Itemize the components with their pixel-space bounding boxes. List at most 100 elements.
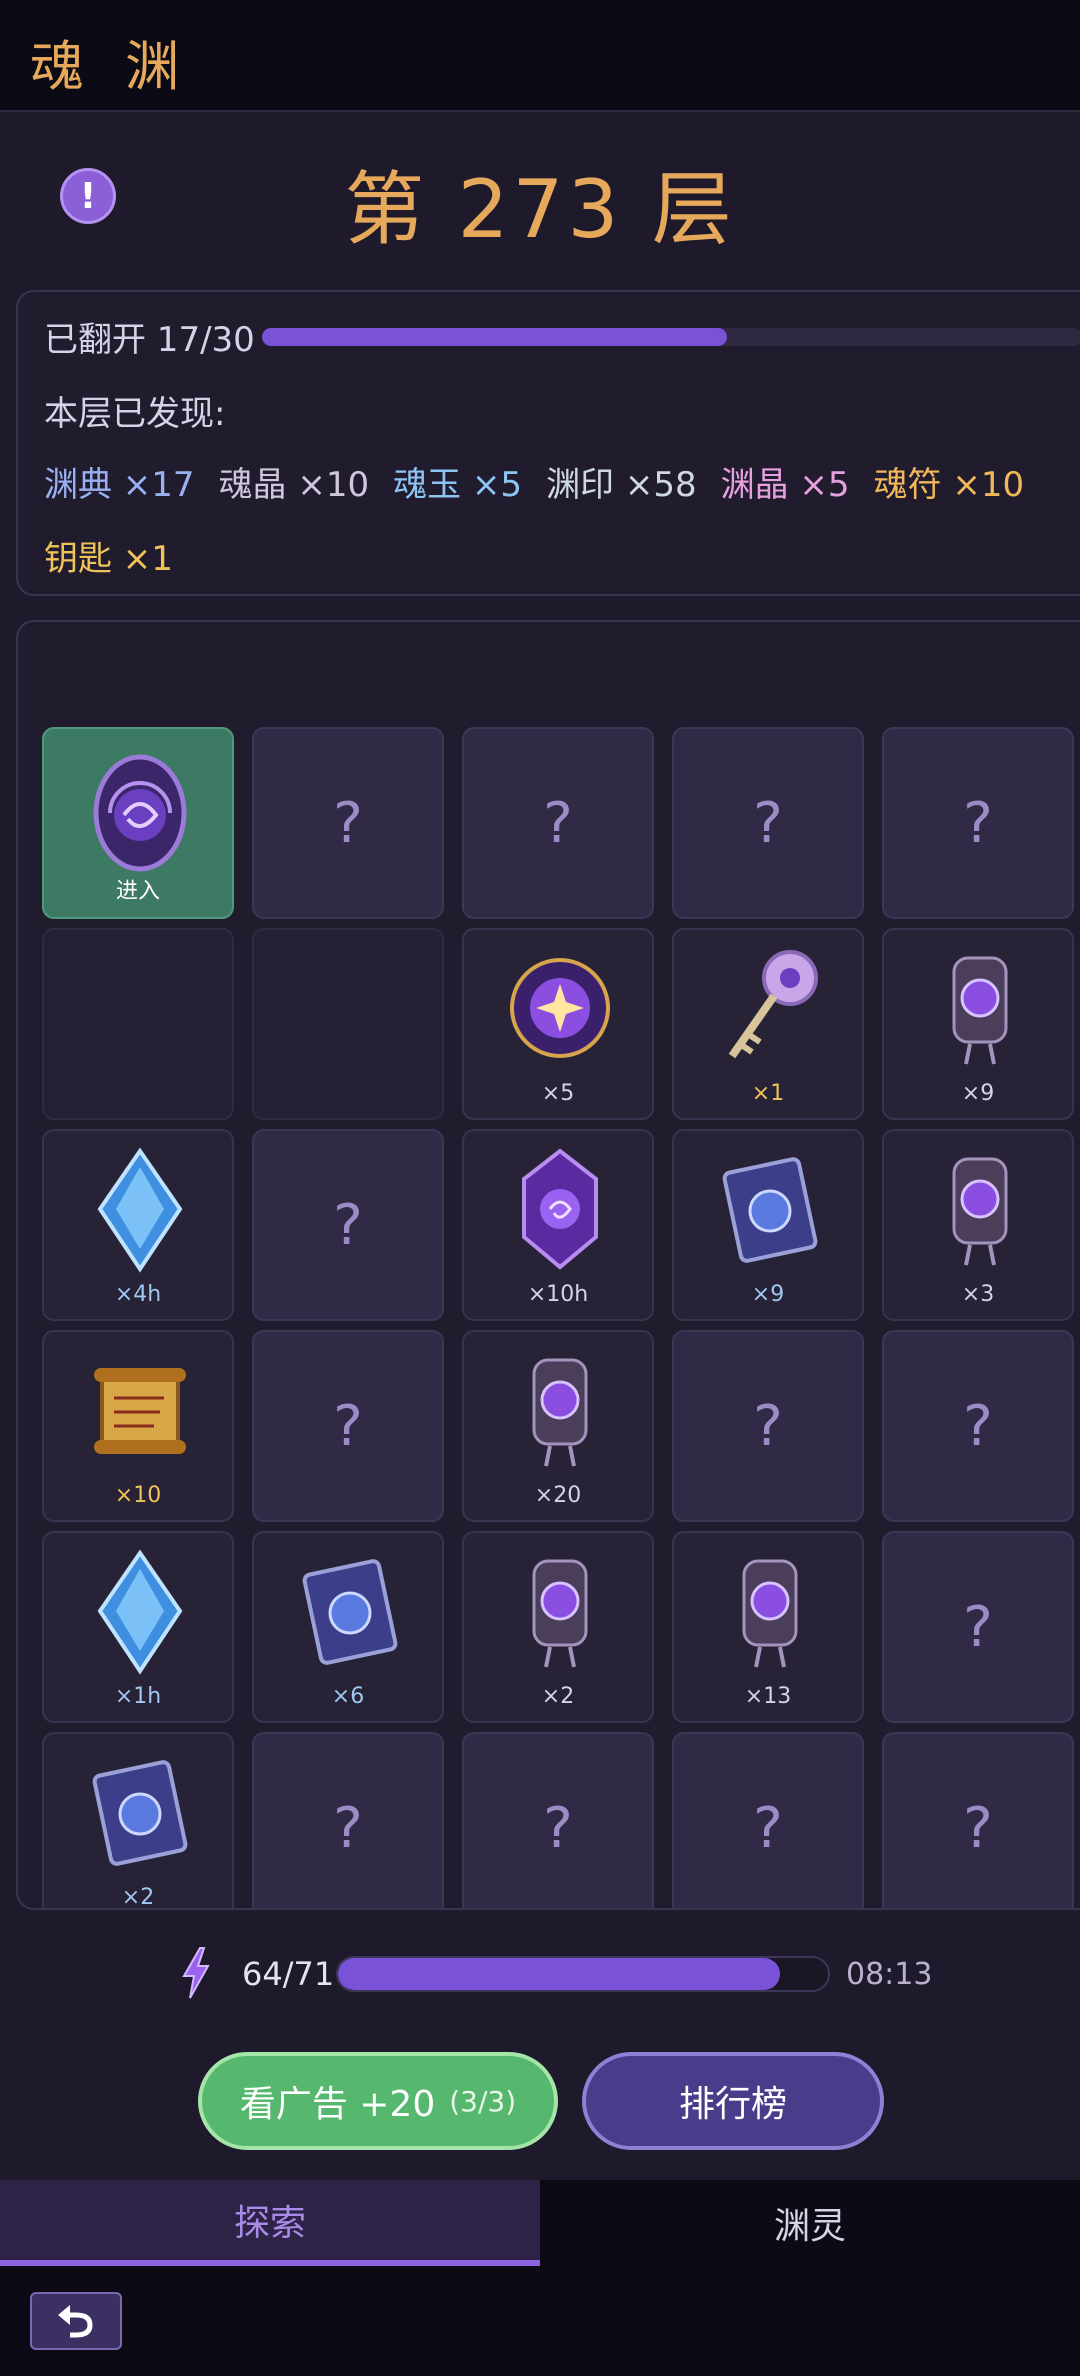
item-count: ×4h — [114, 1282, 162, 1307]
found-item: 渊典 ×17 — [44, 465, 195, 505]
progress-panel: 已翻开 17/30 本层已发现: 渊典 ×17 魂晶 ×10 魂玉 ×5 渊印 ×58… — [16, 290, 1080, 596]
scroll-icon — [94, 1368, 186, 1454]
talisman-icon — [532, 1559, 588, 1668]
hidden-card-mark: ? — [963, 1594, 993, 1660]
app-title: 魂 渊 — [30, 35, 192, 98]
talisman-icon — [532, 1358, 588, 1467]
item-card[interactable]: ×6 — [252, 1531, 444, 1723]
item-count: ×2 — [121, 1885, 155, 1910]
watch-ad-label: 看广告 +20 — [239, 2084, 436, 2125]
item-card[interactable]: ×10h — [462, 1129, 654, 1321]
found-item: 渊印 ×58 — [546, 465, 697, 505]
item-card[interactable]: ×5 — [462, 928, 654, 1120]
found-item: 魂符 ×10 — [873, 465, 1025, 505]
hidden-card[interactable]: ? — [882, 1732, 1074, 1908]
item-card[interactable]: ×3 — [882, 1129, 1074, 1321]
empty-card — [42, 928, 234, 1120]
enter-label: 进入 — [115, 879, 160, 904]
found-item: 魂晶 ×10 — [218, 465, 370, 505]
item-card[interactable]: ×4h — [42, 1129, 234, 1321]
leaderboard-label: 排行榜 — [678, 2084, 787, 2125]
card-grid-panel: 进入???? ×5 ×1 ×9 ×4h? ×10h ×9 ×3 ×10? ×20?? ×1h ×6 ×2… — [16, 620, 1080, 1910]
watch-ad-count: (3/3) — [449, 2084, 517, 2118]
hidden-card-mark: ? — [963, 790, 993, 856]
hidden-card[interactable]: ? — [462, 1732, 654, 1908]
energy-bar — [336, 1956, 830, 1992]
book-icon — [92, 1760, 188, 1866]
flipped-count: 已翻开 17/30 — [44, 320, 255, 360]
item-card[interactable]: ×9 — [672, 1129, 864, 1321]
back-icon — [58, 2305, 93, 2338]
item-count: ×13 — [744, 1684, 792, 1709]
hidden-card[interactable]: ? — [882, 727, 1074, 919]
item-card[interactable]: ×1 — [672, 928, 864, 1120]
key-icon — [728, 950, 818, 1059]
hidden-card[interactable]: ? — [252, 1732, 444, 1908]
found-items-list: 渊典 ×17 魂晶 ×10 魂玉 ×5 渊印 ×58 渊晶 ×5 魂符 ×10 钥匙 ×1 — [44, 448, 1080, 596]
hidden-card-mark: ? — [753, 1393, 783, 1459]
item-count: ×1h — [114, 1684, 162, 1709]
blue-crystal-icon — [97, 1147, 183, 1273]
found-item: 魂玉 ×5 — [393, 465, 523, 505]
energy-bolt-icon — [182, 1947, 210, 1999]
hidden-card-mark: ? — [543, 1795, 573, 1861]
hidden-card-mark: ? — [333, 1795, 363, 1861]
purple-crystal-icon — [522, 1148, 598, 1270]
hidden-card[interactable]: ? — [672, 727, 864, 919]
talisman-icon — [952, 1157, 1008, 1266]
found-label: 本层已发现: — [44, 394, 226, 434]
found-item: 渊晶 ×5 — [720, 465, 850, 505]
hidden-card[interactable]: ? — [882, 1330, 1074, 1522]
item-count: ×5 — [541, 1081, 575, 1106]
hidden-card-mark: ? — [753, 790, 783, 856]
energy-timer: 08:13 — [846, 1957, 933, 1992]
hidden-card-mark: ? — [333, 790, 363, 856]
item-card[interactable]: ×20 — [462, 1330, 654, 1522]
bottom-nav — [0, 2266, 1080, 2376]
energy-bar-fill — [338, 1958, 780, 1990]
watch-ad-button[interactable]: 看广告 +20 (3/3) — [198, 2052, 558, 2150]
floor-title: 第 273 层 — [344, 163, 736, 256]
portal-icon — [93, 754, 187, 872]
item-card[interactable]: ×2 — [462, 1531, 654, 1723]
item-count: ×1 — [751, 1081, 785, 1106]
item-card[interactable]: ×2 — [42, 1732, 234, 1910]
found-item: 钥匙 ×1 — [44, 539, 173, 579]
hidden-card[interactable]: ? — [252, 1330, 444, 1522]
hidden-card[interactable]: ? — [462, 727, 654, 919]
item-count: ×10h — [527, 1282, 589, 1307]
item-count: ×3 — [961, 1282, 995, 1307]
tab-spirit[interactable]: 渊灵 — [540, 2180, 1080, 2266]
hidden-card-mark: ? — [963, 1393, 993, 1459]
flip-progress-bar — [262, 328, 1080, 346]
hidden-card[interactable]: ? — [252, 727, 444, 919]
hidden-card-mark: ? — [333, 1192, 363, 1258]
top-bar: 魂 渊 — [0, 0, 1080, 112]
hidden-card[interactable]: ? — [672, 1330, 864, 1522]
hidden-card[interactable]: ? — [882, 1531, 1074, 1723]
talisman-icon — [952, 956, 1008, 1065]
hidden-card[interactable]: ? — [252, 1129, 444, 1321]
item-card[interactable]: ×13 — [672, 1531, 864, 1723]
item-count: ×2 — [541, 1684, 575, 1709]
talisman-icon — [742, 1559, 798, 1668]
empty-card — [252, 928, 444, 1120]
item-count: ×6 — [331, 1684, 365, 1709]
flip-progress-fill — [262, 328, 727, 346]
hidden-card[interactable]: ? — [672, 1732, 864, 1908]
energy-count: 64/71 — [242, 1955, 335, 1993]
hidden-card-mark: ? — [753, 1795, 783, 1861]
item-card[interactable]: ×9 — [882, 928, 1074, 1120]
hidden-card-mark: ? — [333, 1393, 363, 1459]
book-icon — [722, 1157, 818, 1263]
item-count: ×20 — [534, 1483, 582, 1508]
tab-explore[interactable]: 探索 — [0, 2180, 540, 2266]
back-button[interactable] — [30, 2292, 122, 2350]
item-card[interactable]: ×10 — [42, 1330, 234, 1522]
item-card[interactable]: ×1h — [42, 1531, 234, 1723]
item-count: ×9 — [961, 1081, 995, 1106]
leaderboard-button[interactable]: 排行榜 — [582, 2052, 884, 2150]
blue-crystal-icon — [97, 1549, 183, 1675]
enter-portal-card[interactable]: 进入 — [42, 727, 234, 919]
item-count: ×10 — [114, 1483, 162, 1508]
